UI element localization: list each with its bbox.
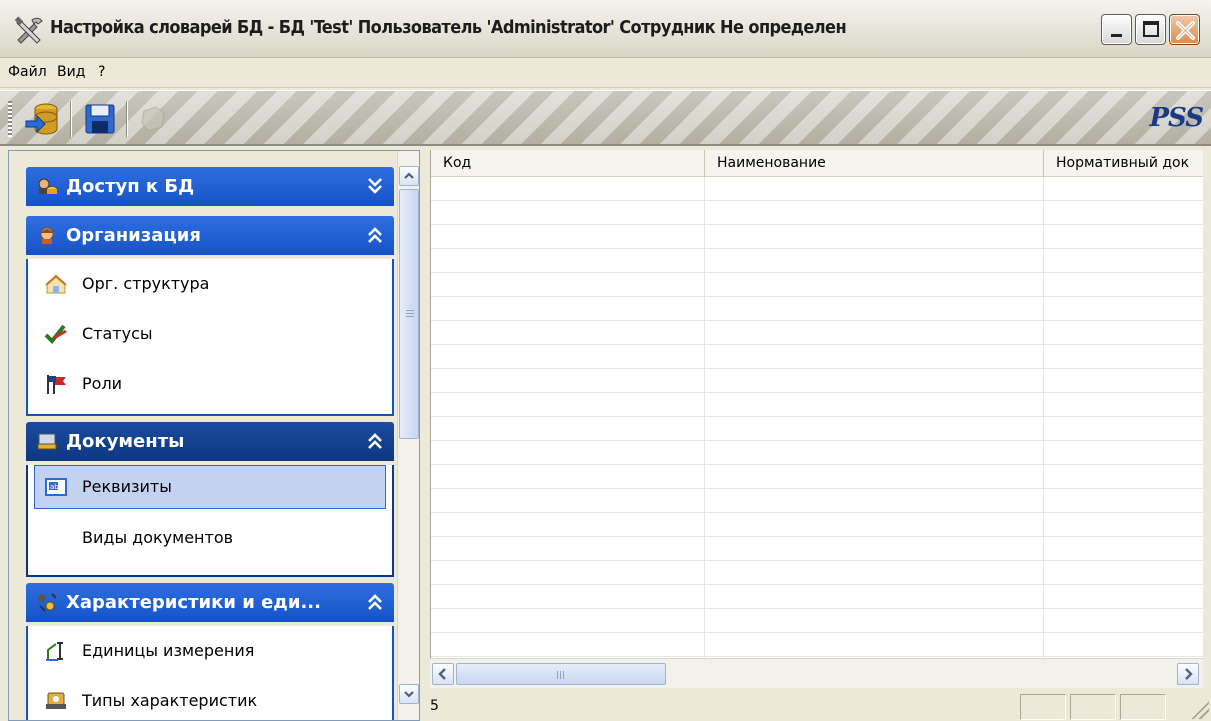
database-connect-icon[interactable] <box>22 99 62 139</box>
brand-logo: PSS <box>1149 103 1204 133</box>
menu-file[interactable]: Файл <box>8 64 47 80</box>
nav-group-label: Документы <box>66 431 185 452</box>
maximize-icon <box>1143 21 1159 37</box>
nav-group-db-access: Доступ к БД <box>26 167 394 206</box>
nav-groups-container: Доступ к БД Организация Орг. структура С… <box>9 151 397 720</box>
nav-item-requisites[interactable]: ab Реквизиты <box>34 465 386 509</box>
nav-group-label: Организация <box>66 225 201 246</box>
svg-text:ab: ab <box>50 483 59 491</box>
minimize-icon <box>1111 34 1122 37</box>
disabled-tool-icon[interactable] <box>134 99 174 139</box>
scroll-thumb[interactable] <box>456 663 666 685</box>
nav-item-roles[interactable]: Роли <box>28 359 392 409</box>
status-bar: 5 <box>420 690 1211 721</box>
organization-icon <box>40 227 54 244</box>
data-grid[interactable]: Код Наименование Нормативный док <box>430 150 1203 658</box>
close-button[interactable] <box>1169 14 1200 45</box>
title-bar: Настройка словарей БД - БД 'Test' Пользо… <box>0 0 1211 58</box>
toolbar-separator <box>126 101 128 137</box>
characteristic-type-icon <box>46 692 66 709</box>
resize-grip[interactable] <box>1191 701 1209 719</box>
minimize-button[interactable] <box>1101 14 1132 45</box>
nav-item-document-types[interactable]: Виды документов <box>28 513 392 563</box>
nav-group-body: Орг. структура Статусы Роли <box>26 259 394 416</box>
chevron-down-icon <box>404 691 414 698</box>
nav-item-org-structure[interactable]: Орг. структура <box>28 259 392 309</box>
nav-item-label: Виды документов <box>82 528 234 547</box>
documents-icon <box>37 433 57 450</box>
chevron-double-down-icon[interactable] <box>366 175 384 197</box>
nav-group-body: Единицы измерения Типы характеристик <box>26 626 394 720</box>
nav-item-units[interactable]: Единицы измерения <box>28 626 392 676</box>
scroll-up-button[interactable] <box>399 166 419 186</box>
scroll-left-button[interactable] <box>432 663 454 685</box>
scroll-thumb[interactable] <box>399 189 419 439</box>
nav-item-characteristic-types[interactable]: Типы характеристик <box>28 676 392 720</box>
menu-help[interactable]: ? <box>98 64 105 80</box>
save-icon[interactable] <box>80 99 120 139</box>
text-field-icon: ab <box>45 478 67 496</box>
nav-vertical-scrollbar[interactable] <box>397 151 419 720</box>
nav-group-header-documents[interactable]: Документы <box>26 422 394 461</box>
toolbar-grip[interactable] <box>8 101 12 137</box>
nav-item-label: Орг. структура <box>82 274 210 293</box>
nav-group-organization: Организация Орг. структура Статусы Роли <box>26 216 394 416</box>
scroll-down-button[interactable] <box>399 684 419 704</box>
grid-rows[interactable] <box>431 177 1203 658</box>
tools-icon <box>14 16 43 44</box>
column-header-code[interactable]: Код <box>431 150 705 177</box>
navigation-panel: Доступ к БД Организация Орг. структура С… <box>8 150 420 721</box>
chevron-double-up-icon[interactable] <box>366 430 384 452</box>
chevron-double-up-icon[interactable] <box>366 591 384 613</box>
grid-header: Код Наименование Нормативный док <box>431 150 1203 177</box>
nav-group-documents: Документы ab Реквизиты Виды документов <box>26 422 394 577</box>
chevron-double-up-icon[interactable] <box>366 224 384 246</box>
flag-icon <box>47 375 66 394</box>
record-count: 5 <box>430 698 439 714</box>
maximize-button[interactable] <box>1135 14 1166 45</box>
nav-item-label: Роли <box>82 374 123 393</box>
db-access-icon <box>38 178 58 194</box>
scroll-right-button[interactable] <box>1177 663 1199 685</box>
nav-group-header-organization[interactable]: Организация <box>26 216 394 255</box>
nav-item-label: Единицы измерения <box>82 641 255 660</box>
measure-icon <box>46 642 63 661</box>
nav-group-characteristics: Характеристики и еди... Единицы измерени… <box>26 583 394 720</box>
org-structure-icon <box>45 274 67 294</box>
nav-group-label: Доступ к БД <box>66 176 195 197</box>
close-icon <box>1176 21 1195 40</box>
column-header-normative-doc[interactable]: Нормативный док <box>1044 150 1203 177</box>
column-header-name[interactable]: Наименование <box>705 150 1044 177</box>
chevron-right-icon <box>1185 668 1193 680</box>
menu-view[interactable]: Вид <box>57 64 85 80</box>
menu-bar: Файл Вид ? <box>0 58 1211 88</box>
grid-horizontal-scrollbar[interactable] <box>430 658 1203 688</box>
nav-group-header-db-access[interactable]: Доступ к БД <box>26 167 394 206</box>
status-panel <box>1120 694 1166 720</box>
scroll-grip <box>557 671 566 679</box>
toolbar: PSS <box>0 90 1211 146</box>
chevron-left-icon <box>438 668 446 680</box>
toolbar-separator <box>70 101 72 137</box>
characteristics-icon <box>38 593 57 612</box>
status-panel <box>1070 694 1116 720</box>
nav-group-header-characteristics[interactable]: Характеристики и еди... <box>26 583 394 622</box>
checkmark-icon <box>44 324 67 344</box>
scroll-grip <box>406 310 414 318</box>
nav-item-label: Типы характеристик <box>82 691 258 710</box>
nav-item-label: Реквизиты <box>82 477 172 496</box>
nav-item-label: Статусы <box>82 324 153 343</box>
window-title: Настройка словарей БД - БД 'Test' Пользо… <box>50 17 847 38</box>
nav-group-body: ab Реквизиты Виды документов <box>26 465 394 577</box>
status-panel <box>1020 694 1066 720</box>
nav-item-statuses[interactable]: Статусы <box>28 309 392 359</box>
chevron-up-icon <box>404 172 414 179</box>
nav-group-label: Характеристики и еди... <box>66 592 321 613</box>
